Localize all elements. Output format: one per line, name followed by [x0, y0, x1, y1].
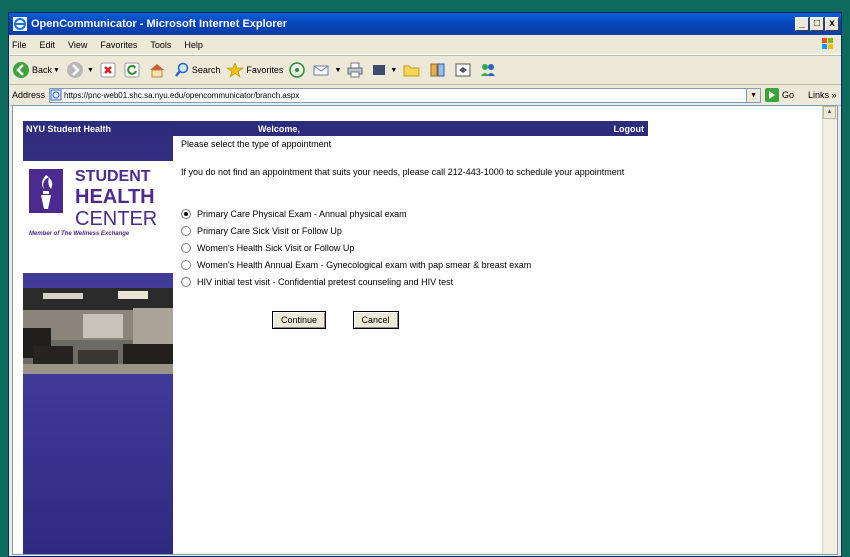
option-label: Primary Care Sick Visit or Follow Up [197, 225, 342, 236]
forward-dropdown-icon[interactable]: ▼ [87, 67, 94, 74]
menu-file[interactable]: File [12, 40, 27, 50]
messenger-button[interactable] [479, 62, 499, 78]
option-label: HIV initial test visit - Confidential pr… [197, 276, 454, 287]
ie-icon [13, 17, 27, 31]
menu-favorites[interactable]: Favorites [100, 40, 137, 50]
address-label: Address [12, 90, 46, 100]
links-button[interactable]: Links » [808, 90, 837, 100]
radio-button[interactable] [181, 259, 191, 270]
favorites-label: Favorites [246, 65, 284, 75]
title-bar: OpenCommunicator - Microsoft Internet Ex… [9, 13, 841, 35]
logo-tagline: Member of The Wellness Exchange [29, 231, 130, 237]
address-url: https://pnc-web01.shc.sa.nyu.edu/opencom… [64, 90, 300, 100]
go-arrow-icon [765, 88, 780, 102]
folder-button[interactable] [403, 62, 423, 78]
page-prompt: Please select the type of appointment [181, 139, 332, 149]
mail-button[interactable]: ▼ [313, 62, 341, 78]
forward-arrow-icon [66, 62, 83, 78]
stop-button[interactable] [100, 62, 118, 78]
stop-icon [100, 62, 116, 78]
print-button[interactable] [347, 62, 365, 78]
welcome-text: Welcome, [258, 124, 300, 134]
info-text: If you do not find an appointment that s… [181, 167, 625, 177]
search-icon [174, 62, 189, 77]
windows-flag-icon [822, 38, 833, 49]
option-label: Women's Health Annual Exam - Gynecologic… [197, 259, 532, 270]
refresh-button[interactable] [124, 62, 142, 78]
logo-line2: HEALTH [75, 186, 155, 208]
print-icon [347, 62, 363, 78]
edit-button[interactable]: ▼ [371, 62, 397, 78]
address-dropdown-icon[interactable]: ▼ [746, 88, 761, 102]
logo-line3: CENTER [75, 208, 158, 230]
toolbar: Back ▼ ▼ Search Favorites ▼ ▼ [9, 55, 841, 85]
option-row[interactable]: HIV initial test visit - Confidential pr… [181, 273, 651, 290]
menu-bar: File Edit View Favorites Tools Help [9, 35, 841, 55]
search-button[interactable]: Search [174, 62, 221, 78]
back-button[interactable]: Back ▼ [12, 61, 60, 79]
menu-edit[interactable]: Edit [40, 40, 56, 50]
mail-dropdown-icon[interactable]: ▼ [334, 67, 341, 74]
window-title: OpenCommunicator - Microsoft Internet Ex… [31, 18, 288, 30]
menu-view[interactable]: View [68, 40, 87, 50]
page-viewport: NYU Student Health STUDENT HEALTH CENTER… [12, 105, 838, 555]
go-button[interactable]: Go [765, 88, 794, 102]
back-label: Back [32, 65, 53, 75]
messenger-box-button[interactable] [455, 62, 473, 78]
messenger-icon [481, 64, 496, 76]
option-row[interactable]: Primary Care Physical Exam - Annual phys… [181, 205, 651, 222]
address-input[interactable]: https://pnc-web01.shc.sa.nyu.edu/opencom… [49, 87, 762, 103]
logout-link[interactable]: Logout [614, 124, 645, 134]
cancel-button[interactable]: Cancel [352, 311, 399, 329]
option-label: Primary Care Physical Exam - Annual phys… [197, 208, 407, 219]
option-row[interactable]: Women's Health Annual Exam - Gynecologic… [181, 256, 651, 273]
shc-logo: STUDENT HEALTH CENTER Member of The Well… [23, 161, 173, 273]
top-header-bar: Welcome, Logout [173, 121, 648, 136]
browser-window: OpenCommunicator - Microsoft Internet Ex… [8, 12, 842, 557]
research-icon [430, 63, 445, 77]
maximize-button[interactable]: □ [810, 17, 824, 31]
search-label: Search [191, 65, 221, 75]
folder-icon [403, 65, 420, 77]
back-dropdown-icon[interactable]: ▼ [53, 67, 60, 74]
research-button[interactable] [429, 62, 449, 78]
menu-tools[interactable]: Tools [150, 40, 171, 50]
star-icon [226, 62, 245, 78]
site-name: NYU Student Health [26, 124, 112, 134]
torch-logo-icon [29, 169, 63, 213]
favorites-button[interactable]: Favorites [226, 62, 283, 78]
left-sidebar: NYU Student Health STUDENT HEALTH CENTER… [23, 121, 173, 554]
option-row[interactable]: Primary Care Sick Visit or Follow Up [181, 222, 651, 239]
scroll-up-icon[interactable]: ▲ [823, 106, 836, 119]
refresh-icon [124, 62, 140, 78]
radio-button[interactable] [181, 225, 191, 236]
media-button[interactable] [289, 62, 307, 78]
radio-button[interactable] [181, 276, 191, 287]
menu-help[interactable]: Help [184, 40, 203, 50]
option-label: Women's Health Sick Visit or Follow Up [197, 242, 355, 253]
close-button[interactable]: x [825, 17, 839, 31]
appointment-options: Primary Care Physical Exam - Annual phys… [181, 205, 651, 290]
home-icon [149, 64, 164, 78]
lobby-photo [23, 288, 173, 374]
continue-button[interactable]: Continue [272, 311, 327, 329]
radio-button[interactable] [181, 208, 191, 219]
mail-icon [313, 65, 329, 76]
logo-line1: STUDENT [75, 168, 151, 185]
home-button[interactable] [148, 62, 168, 78]
window-box-icon [455, 63, 471, 77]
forward-button[interactable]: ▼ [66, 61, 94, 79]
edit-dropdown-icon[interactable]: ▼ [390, 67, 397, 74]
go-label: Go [782, 90, 795, 100]
back-arrow-icon [13, 62, 29, 78]
vertical-scrollbar[interactable]: ▲ [822, 106, 837, 554]
edit-icon [373, 65, 386, 75]
radio-button[interactable] [181, 242, 191, 253]
option-row[interactable]: Women's Health Sick Visit or Follow Up [181, 239, 651, 256]
address-bar: Address https://pnc-web01.shc.sa.nyu.edu… [9, 85, 841, 106]
page-icon [50, 89, 62, 101]
minimize-button[interactable]: _ [795, 17, 809, 31]
media-icon [289, 62, 306, 78]
